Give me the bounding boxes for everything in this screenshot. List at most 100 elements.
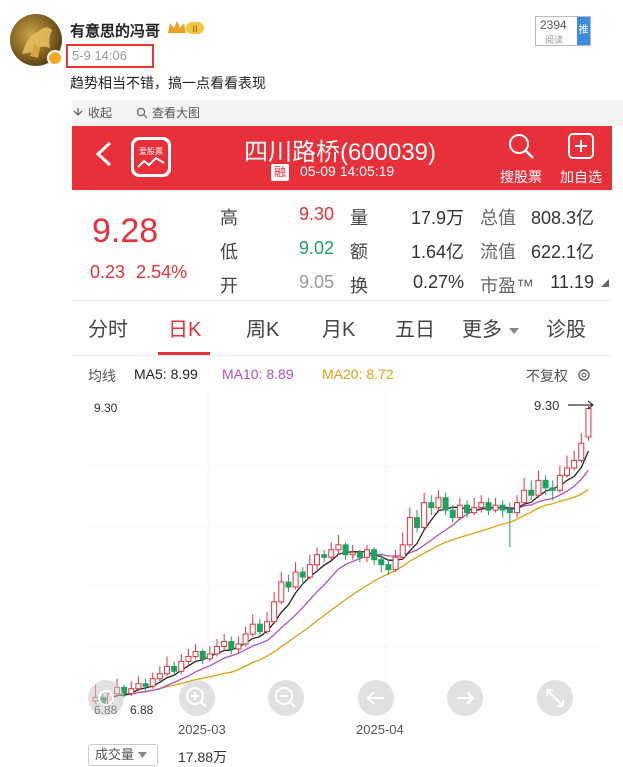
candle-body bbox=[535, 479, 542, 496]
low-label: 低 bbox=[220, 242, 238, 262]
username[interactable]: 有意思的冯哥 bbox=[70, 20, 160, 41]
svg-text:II: II bbox=[192, 24, 197, 34]
expand-icon bbox=[546, 689, 564, 707]
candle-body bbox=[299, 571, 306, 578]
back-icon bbox=[94, 140, 114, 175]
ma20-value: MA20: 8.72 bbox=[322, 366, 394, 382]
views-badge[interactable]: 2394 阅读 推广 bbox=[535, 16, 591, 64]
candle-body bbox=[542, 479, 549, 489]
candle-body bbox=[449, 509, 456, 519]
candle-body bbox=[392, 556, 399, 571]
tab-diagnose: 诊股 bbox=[546, 319, 586, 341]
add-watchlist-button: 加自选 bbox=[556, 132, 606, 187]
views-count: 2394 bbox=[540, 18, 567, 32]
indicator-select-label: 成交量 bbox=[95, 747, 135, 762]
candle-body bbox=[271, 601, 278, 623]
tab-daily-k: 日K bbox=[168, 319, 202, 341]
arrow-left-icon bbox=[366, 691, 384, 705]
volume-value: 17.9万 bbox=[410, 208, 464, 228]
candle-body bbox=[128, 688, 135, 695]
candle-body bbox=[385, 564, 392, 571]
open-label: 开 bbox=[220, 276, 238, 296]
candle-body bbox=[521, 489, 528, 504]
candle-body bbox=[506, 509, 513, 514]
pe-label: 市盈™ bbox=[480, 276, 534, 296]
candle-body bbox=[442, 497, 449, 511]
push-label: 推广 bbox=[577, 17, 590, 64]
candle-body bbox=[364, 549, 370, 558]
post-time[interactable]: 5-9 14:06 bbox=[66, 44, 154, 68]
zoom-out-button bbox=[268, 680, 304, 716]
amount-label: 额 bbox=[350, 242, 368, 262]
app-logo: 爱股票 bbox=[131, 137, 171, 177]
candle-body bbox=[342, 544, 349, 556]
low-value: 9.02 bbox=[298, 238, 334, 258]
x-label-april: 2025-04 bbox=[356, 722, 404, 737]
tab-intraday: 分时 bbox=[88, 319, 128, 341]
gear-icon bbox=[578, 369, 590, 381]
candle-body bbox=[135, 683, 142, 690]
svg-text:爱股票: 爱股票 bbox=[139, 147, 163, 156]
candle-body bbox=[328, 549, 335, 558]
candle-body bbox=[314, 554, 320, 566]
collapse-label: 收起 bbox=[88, 106, 113, 120]
candle-body bbox=[285, 581, 292, 588]
candle-body bbox=[456, 504, 463, 519]
pan-left-button bbox=[358, 680, 394, 716]
indicator-select: 成交量 bbox=[88, 744, 158, 766]
candle-body bbox=[228, 641, 235, 650]
tab-more: 更多 bbox=[462, 313, 520, 342]
candle-body bbox=[528, 489, 535, 496]
chart-control-button bbox=[88, 680, 124, 716]
candle-body bbox=[421, 502, 428, 528]
candle-body bbox=[156, 673, 163, 680]
verified-badge-icon bbox=[47, 50, 63, 66]
amount-value: 1.64亿 bbox=[410, 242, 464, 262]
expand-corner-icon bbox=[601, 279, 609, 287]
candle-body bbox=[464, 504, 470, 514]
high-value: 9.30 bbox=[298, 204, 334, 224]
candle-body bbox=[471, 507, 478, 514]
candle-body bbox=[185, 655, 192, 662]
search-icon bbox=[509, 134, 534, 159]
candle-body bbox=[564, 467, 570, 476]
turnover-label: 换 bbox=[350, 276, 368, 296]
float-cap-value: 622.1亿 bbox=[530, 242, 594, 262]
market-cap-value: 808.3亿 bbox=[530, 208, 594, 228]
candle-body bbox=[435, 497, 442, 509]
zoom-out-icon bbox=[275, 687, 296, 708]
high-marker-arrow bbox=[568, 400, 594, 410]
candle-body bbox=[514, 502, 520, 514]
settings-icon bbox=[98, 690, 114, 706]
candle-body bbox=[142, 683, 149, 687]
candle-body bbox=[164, 665, 170, 675]
low-marker-label: 6.88 bbox=[130, 703, 154, 717]
kline-chart: 9.30 6.88 9.30 6.88 bbox=[88, 394, 598, 724]
turnover-value: 0.27% bbox=[412, 272, 464, 292]
candle-body bbox=[235, 643, 242, 650]
candle-body bbox=[321, 554, 328, 558]
candle-body bbox=[578, 442, 585, 462]
candle-body bbox=[335, 544, 342, 551]
candle-body bbox=[149, 678, 156, 687]
vip-crown-icon: II bbox=[166, 19, 206, 37]
fullscreen-button bbox=[537, 680, 573, 716]
candle-body bbox=[549, 487, 556, 491]
candle-body bbox=[371, 549, 378, 561]
candle-body bbox=[221, 641, 228, 647]
view-large-button[interactable]: 查看大图 bbox=[136, 104, 200, 121]
candle-body bbox=[414, 517, 420, 528]
open-value: 9.05 bbox=[298, 272, 334, 292]
post-text: 趋势相当不错，搞一点看看表现 bbox=[70, 75, 266, 91]
candle-body bbox=[192, 650, 199, 657]
candle-body bbox=[492, 504, 499, 511]
candle-body bbox=[378, 559, 385, 566]
candle-body bbox=[292, 571, 299, 588]
candle-body bbox=[171, 665, 178, 672]
candle-body bbox=[206, 653, 213, 660]
collapse-button[interactable]: 收起 bbox=[72, 104, 112, 121]
candle-body bbox=[256, 623, 263, 633]
adjust-mode: 不复权 bbox=[526, 368, 568, 384]
zoom-in-icon bbox=[186, 687, 207, 708]
stock-datetime: 05-09 14:05:19 bbox=[300, 163, 395, 179]
